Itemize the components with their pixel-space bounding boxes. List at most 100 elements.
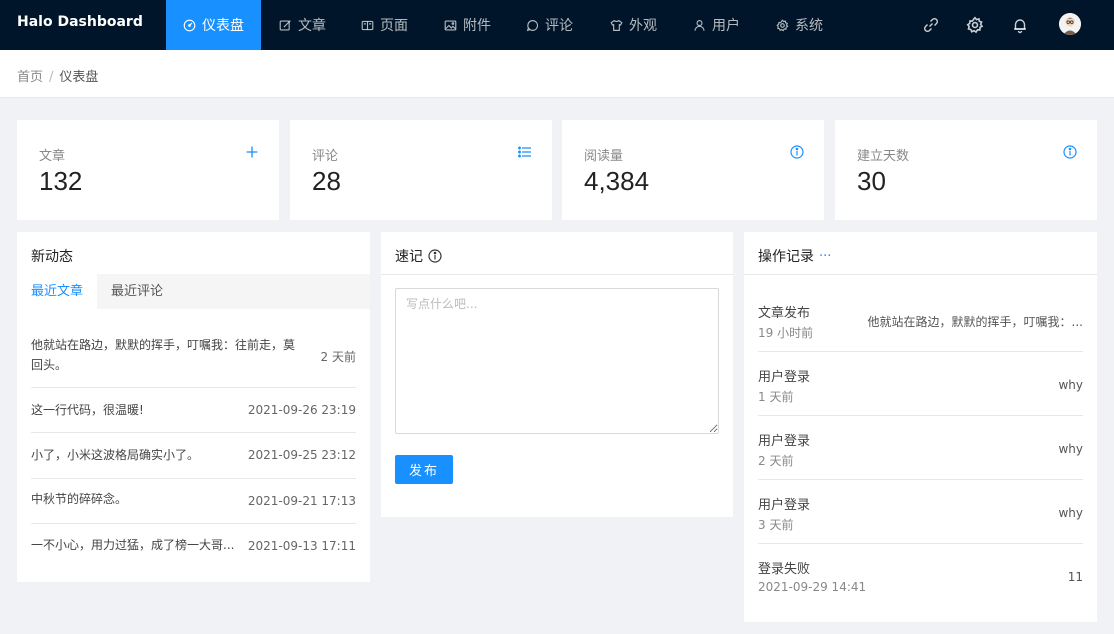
- post-date: 2021-09-25 23:12: [247, 448, 356, 462]
- log-action: 文章发布: [758, 306, 811, 321]
- activity-tabs: 最近文章 最近评论: [17, 274, 370, 309]
- log-time: 19 小时前: [758, 326, 814, 340]
- panel-title-wrap: 操作记录 ···: [758, 246, 831, 266]
- stat-label: 建立天数: [857, 149, 910, 164]
- link-icon[interactable]: [922, 16, 940, 34]
- more-icon[interactable]: ···: [819, 249, 831, 264]
- bell-icon[interactable]: [1011, 16, 1029, 34]
- note-panel: 速记 发布: [381, 232, 733, 517]
- log-time: 1 天前: [758, 390, 794, 404]
- post-title: 中秋节的碎碎念。: [31, 492, 128, 506]
- stat-label: 评论: [312, 149, 339, 164]
- nav-label: 文章: [298, 18, 326, 34]
- tab-recent-posts[interactable]: 最近文章: [17, 274, 98, 309]
- log-content: why: [1058, 378, 1083, 392]
- post-date: 2 天前: [320, 350, 356, 364]
- publish-button[interactable]: 发布: [395, 455, 453, 484]
- panel-title: 新动态: [31, 249, 73, 265]
- list-item[interactable]: 他就站在路边，默默的挥手，叮嘱我：往前走，莫 回头。 2 天前: [31, 328, 356, 388]
- read-icon: [361, 20, 374, 30]
- avatar[interactable]: [1059, 13, 1081, 35]
- stat-value: 132: [39, 166, 83, 196]
- breadcrumb-bar: 首页 / 仪表盘: [0, 50, 1114, 98]
- list-item: 登录失败 2021-09-29 14:41 11: [758, 558, 1083, 608]
- nav-item-appearance[interactable]: 外观: [610, 0, 657, 50]
- post-title: 一不小心，用力过猛，成了榜一大哥...: [31, 538, 235, 552]
- panel-title: 速记: [395, 249, 423, 265]
- log-action: 用户登录: [758, 498, 811, 513]
- stat-card-posts: 文章 132: [17, 120, 279, 220]
- info-circle-icon[interactable]: [790, 145, 804, 159]
- post-date: 2021-09-21 17:13: [247, 494, 356, 508]
- picture-icon: [444, 19, 457, 31]
- stat-value: 28: [312, 166, 341, 196]
- log-action: 用户登录: [758, 434, 811, 449]
- stat-label: 阅读量: [584, 149, 624, 164]
- post-title: 这一行代码，很温暖!: [31, 403, 144, 417]
- panel-title: 操作记录: [758, 249, 814, 265]
- post-title: 小了，小米这波格局确实小了。: [31, 448, 200, 462]
- setting-icon[interactable]: [966, 16, 984, 34]
- user-icon: [694, 19, 705, 31]
- log-content: 他就站在路边，默默的挥手，叮嘱我：...: [867, 315, 1083, 329]
- nav-item-pages[interactable]: 页面: [361, 0, 408, 50]
- stat-label: 文章: [39, 149, 66, 164]
- log-time: 2 天前: [758, 454, 794, 468]
- breadcrumb-current: 仪表盘: [59, 70, 99, 85]
- post-date: 2021-09-26 23:19: [247, 403, 356, 417]
- nav-label: 系统: [795, 18, 823, 34]
- nav-label: 用户: [712, 18, 740, 34]
- list-item[interactable]: 小了，小米这波格局确实小了。 2021-09-25 23:12: [31, 433, 356, 479]
- post-title-line: 回头。: [31, 358, 68, 372]
- list-item[interactable]: 一不小心，用力过猛，成了榜一大哥... 2021-09-13 17:11: [31, 524, 356, 569]
- divider: [744, 274, 1097, 275]
- nav-label: 评论: [545, 18, 573, 34]
- stat-card-days: 建立天数 30: [835, 120, 1097, 220]
- post-title-line: 他就站在路边，默默的挥手，叮嘱我：往前走，莫: [31, 338, 296, 352]
- list-item: 文章发布 19 小时前 他就站在路边，默默的挥手，叮嘱我：...: [758, 302, 1083, 352]
- log-time: 2021-09-29 14:41: [758, 580, 867, 594]
- breadcrumb-separator: /: [49, 70, 54, 85]
- list-item[interactable]: 中秋节的碎碎念。 2021-09-21 17:13: [31, 479, 356, 524]
- list-item: 用户登录 1 天前 why: [758, 366, 1083, 416]
- logs-panel: 操作记录 ··· 文章发布 19 小时前 他就站在路边，默默的挥手，叮嘱我：..…: [744, 232, 1097, 622]
- log-content: why: [1058, 442, 1083, 456]
- stat-value: 4,384: [584, 166, 650, 196]
- breadcrumb-home[interactable]: 首页: [17, 70, 43, 85]
- log-action: 用户登录: [758, 370, 811, 385]
- setting-icon: [776, 18, 789, 31]
- nav-item-attachments[interactable]: 附件: [444, 0, 491, 50]
- nav-label: 页面: [380, 18, 408, 34]
- info-circle-icon[interactable]: [428, 249, 442, 263]
- info-circle-icon[interactable]: [1063, 145, 1077, 159]
- list-item: 用户登录 2 天前 why: [758, 430, 1083, 480]
- skin-icon: [610, 19, 623, 31]
- breadcrumb: 首页 / 仪表盘: [17, 66, 98, 85]
- divider: [381, 274, 733, 275]
- log-action: 登录失败: [758, 562, 811, 577]
- tab-recent-comments[interactable]: 最近评论: [97, 274, 177, 309]
- post-date: 2021-09-13 17:11: [247, 539, 356, 553]
- message-icon: [526, 19, 539, 31]
- list-icon[interactable]: [518, 145, 532, 159]
- nav-item-dashboard[interactable]: 仪表盘: [166, 0, 261, 50]
- log-time: 3 天前: [758, 518, 794, 532]
- log-content: why: [1058, 506, 1083, 520]
- plus-icon[interactable]: [245, 145, 259, 159]
- stat-card-views: 阅读量 4,384: [562, 120, 824, 220]
- nav-label: 附件: [463, 18, 491, 34]
- nav-item-comments[interactable]: 评论: [526, 0, 573, 50]
- list-item[interactable]: 这一行代码，很温暖! 2021-09-26 23:19: [31, 388, 356, 433]
- top-navbar: Halo Dashboard 仪表盘 文章 页面 附件 评论 外观 用户 系统: [0, 0, 1114, 50]
- dashboard-icon: [183, 19, 196, 31]
- activity-panel: 新动态 最近文章 最近评论 他就站在路边，默默的挥手，叮嘱我：往前走，莫 回头。…: [17, 232, 370, 582]
- nav-item-users[interactable]: 用户: [693, 0, 740, 50]
- nav-label: 外观: [629, 18, 657, 34]
- nav-label: 仪表盘: [202, 18, 244, 34]
- note-textarea[interactable]: [395, 288, 719, 434]
- stat-card-comments: 评论 28: [290, 120, 552, 220]
- nav-item-system[interactable]: 系统: [776, 0, 823, 50]
- stat-value: 30: [857, 166, 886, 196]
- app-logo[interactable]: Halo Dashboard: [17, 14, 143, 30]
- nav-item-posts[interactable]: 文章: [279, 0, 326, 50]
